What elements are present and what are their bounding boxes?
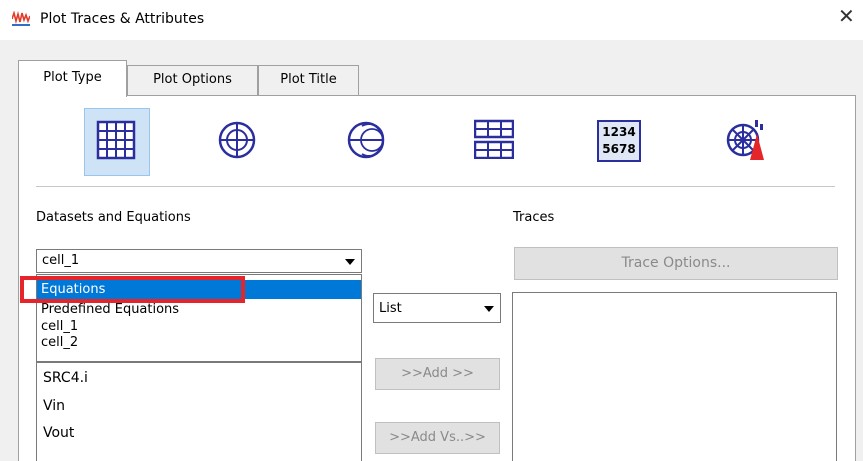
numeric-icon-bottom: 5678: [602, 142, 636, 156]
list-mode-select[interactable]: List: [373, 293, 501, 323]
dropdown-item-cell-1[interactable]: cell_1: [41, 320, 78, 334]
annotation-highlight-box: [20, 276, 245, 303]
tab-plot-title[interactable]: Plot Title: [258, 65, 359, 95]
smith-chart-icon[interactable]: [346, 120, 386, 160]
list-item[interactable]: SRC4.i: [43, 370, 88, 386]
datasets-select[interactable]: cell_1: [36, 249, 362, 273]
datasets-select-value: cell_1: [42, 253, 80, 268]
datasets-label: Datasets and Equations: [36, 210, 191, 225]
dataset-variable-list[interactable]: SRC4.i Vin Vout: [36, 362, 362, 461]
antenna-plot-icon[interactable]: [723, 116, 769, 162]
numeric-icon-top: 1234: [602, 125, 636, 139]
close-icon[interactable]: ✕: [838, 4, 855, 28]
window-title: Plot Traces & Attributes: [40, 11, 205, 27]
list-item[interactable]: Vin: [43, 398, 65, 414]
traces-list[interactable]: [512, 292, 837, 461]
traces-label: Traces: [513, 210, 555, 225]
section-divider: [36, 186, 835, 187]
numeric-display-icon[interactable]: 1234 5678: [597, 120, 641, 162]
dropdown-item-cell-2[interactable]: cell_2: [41, 336, 78, 350]
tab-plot-type[interactable]: Plot Type: [18, 60, 127, 97]
add-vs-button[interactable]: >>Add Vs..>>: [375, 422, 500, 454]
add-button[interactable]: >>Add >>: [375, 358, 500, 390]
app-waveform-icon: [12, 11, 30, 27]
chevron-down-icon: [345, 259, 355, 265]
title-bar: Plot Traces & Attributes ✕: [0, 0, 863, 40]
polar-plot-icon[interactable]: [217, 120, 257, 160]
chevron-down-icon: [484, 306, 494, 312]
tab-plot-options[interactable]: Plot Options: [127, 65, 258, 95]
list-mode-value: List: [379, 301, 402, 316]
rectangular-grid-icon[interactable]: [96, 120, 136, 160]
tabular-grid-icon[interactable]: [474, 119, 514, 159]
trace-options-button[interactable]: Trace Options...: [514, 247, 838, 280]
dropdown-item-predefined-equations[interactable]: Predefined Equations: [41, 303, 179, 317]
list-item[interactable]: Vout: [43, 425, 74, 441]
